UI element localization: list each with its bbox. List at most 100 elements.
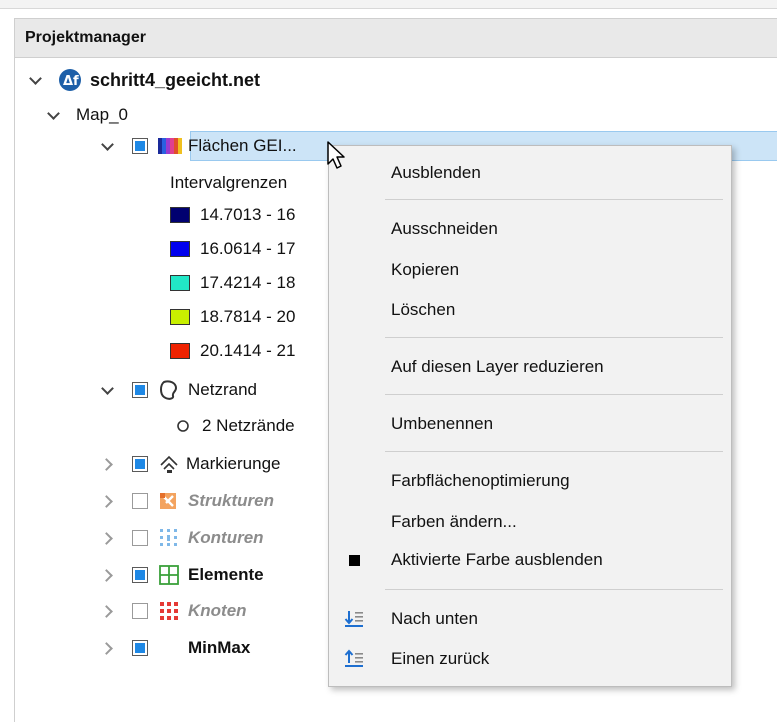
menu-separator [385,394,723,395]
tree-item-netzraender: 2 Netzrände [176,411,295,441]
legend-item: 17.4214 - 18 [170,268,295,298]
menu-item-label: Ausschneiden [391,219,498,238]
menu-item-label: Einen zurück [391,649,490,668]
layer-visibility-checkbox[interactable] [132,493,148,509]
legend-label: 18.7814 - 20 [200,307,296,326]
menu-item-loeschen[interactable]: Löschen [329,295,729,325]
project-icon: Δf [59,69,81,91]
layer-visibility-checkbox[interactable] [132,456,148,472]
flaechen-label: Flächen GEI... [188,136,297,155]
menu-separator [385,199,723,200]
menu-item-reduzieren[interactable]: Auf diesen Layer reduzieren [329,352,729,382]
menu-item-label: Farbflächenoptimierung [391,471,570,490]
panel-top-border [0,0,777,9]
tree-item-markierungen[interactable]: Markierunge [102,449,281,479]
legend-item: 14.7013 - 16 [170,200,295,230]
tree-item-netzrand[interactable]: Netzrand [102,375,257,405]
legend-swatch [170,241,190,257]
chevron-right-icon[interactable] [102,458,114,470]
legend-label: 17.4214 - 18 [200,273,296,292]
black-square-icon [343,549,365,571]
elemente-label: Elemente [188,565,264,584]
menu-separator [385,451,723,452]
contours-icon [160,529,177,546]
chevron-right-icon[interactable] [102,642,114,654]
layer-visibility-checkbox[interactable] [132,138,148,154]
legend-swatch [170,207,190,223]
chevron-down-icon[interactable] [48,109,60,121]
konturen-label: Konturen [188,528,264,547]
legend-swatch [170,309,190,325]
knoten-label: Knoten [188,601,247,620]
panel-header: Projektmanager [14,18,777,58]
menu-item-farben-aendern[interactable]: Farben ändern... [329,507,729,537]
tree-item-konturen[interactable]: Konturen [102,523,264,553]
chevron-right-icon[interactable] [102,605,114,617]
mouse-cursor-icon [327,141,345,169]
tree-item-map[interactable]: Map_0 [48,100,128,130]
menu-item-label: Nach unten [391,609,478,628]
markierungen-label: Markierunge [186,454,281,473]
boundary-icon [160,380,178,400]
menu-item-einen-zurueck[interactable]: Einen zurück [329,644,729,674]
layer-visibility-checkbox[interactable] [132,603,148,619]
move-down-icon [343,608,365,630]
chevron-down-icon[interactable] [102,384,114,396]
menu-item-farbflaechenoptimierung[interactable]: Farbflächenoptimierung [329,466,729,496]
tree-item-knoten[interactable]: Knoten [102,596,247,626]
menu-item-label: Farben ändern... [391,512,517,531]
chevron-right-icon[interactable] [102,495,114,507]
legend-swatch [170,343,190,359]
menu-item-label: Umbenennen [391,414,494,433]
tree-item-root[interactable]: Δf schritt4_geeicht.net [30,65,260,95]
chevron-right-icon[interactable] [102,569,114,581]
chevron-down-icon[interactable] [30,74,42,86]
chevron-right-icon[interactable] [102,532,114,544]
tree-item-minmax[interactable]: MinMax [102,633,250,663]
menu-separator [385,337,723,338]
menu-item-label: Kopieren [391,260,460,279]
legend-item: 18.7814 - 20 [170,302,295,332]
menu-item-umbenennen[interactable]: Umbenennen [329,409,729,439]
strukturen-label: Strukturen [188,491,274,510]
layer-visibility-checkbox[interactable] [132,382,148,398]
svg-text:Δf: Δf [63,74,79,89]
root-label: schritt4_geeicht.net [90,69,261,90]
legend-swatch [170,275,190,291]
tree-item-flaechen[interactable]: Flächen GEI... [102,131,297,161]
elements-grid-icon [159,565,179,585]
project-manager-panel: Projektmanager Δf schritt4_geeicht.net M… [0,0,777,722]
menu-item-ausblenden[interactable]: Ausblenden [329,158,729,188]
menu-item-label: Auf diesen Layer reduzieren [391,357,604,376]
structures-icon [160,493,176,509]
netzraender-label: 2 Netzrände [202,416,295,435]
legend-label: 20.1414 - 21 [200,341,296,360]
color-palette-icon [158,138,182,154]
legend-item: 16.0614 - 17 [170,234,295,264]
circle-icon [177,420,189,432]
minmax-label: MinMax [188,638,251,657]
legend-label: 16.0614 - 17 [200,239,296,258]
context-menu: Ausblenden Ausschneiden Kopieren Löschen… [328,145,732,687]
layer-visibility-checkbox[interactable] [132,530,148,546]
menu-item-label: Ausblenden [391,163,481,182]
netzrand-label: Netzrand [188,380,257,399]
menu-item-aktivierte-farbe-ausblenden[interactable]: Aktivierte Farbe ausblenden [329,545,729,575]
menu-separator [385,589,723,590]
menu-item-kopieren[interactable]: Kopieren [329,255,729,285]
panel-title: Projektmanager [25,29,146,46]
intervalgrenzen-label: Intervalgrenzen [170,173,288,192]
menu-item-ausschneiden[interactable]: Ausschneiden [329,214,729,244]
tree-item-elemente[interactable]: Elemente [102,560,264,590]
menu-item-label: Aktivierte Farbe ausblenden [391,550,603,569]
tree-item-strukturen[interactable]: Strukturen [102,486,274,516]
layer-visibility-checkbox[interactable] [132,640,148,656]
menu-item-label: Löschen [391,300,456,319]
chevron-down-icon[interactable] [102,140,114,152]
legend-label: 14.7013 - 16 [200,205,296,224]
tree-item-intervalgrenzen: Intervalgrenzen [170,168,287,198]
menu-item-nach-unten[interactable]: Nach unten [329,604,729,634]
markers-icon [160,455,178,473]
layer-visibility-checkbox[interactable] [132,567,148,583]
legend-item: 20.1414 - 21 [170,336,295,366]
